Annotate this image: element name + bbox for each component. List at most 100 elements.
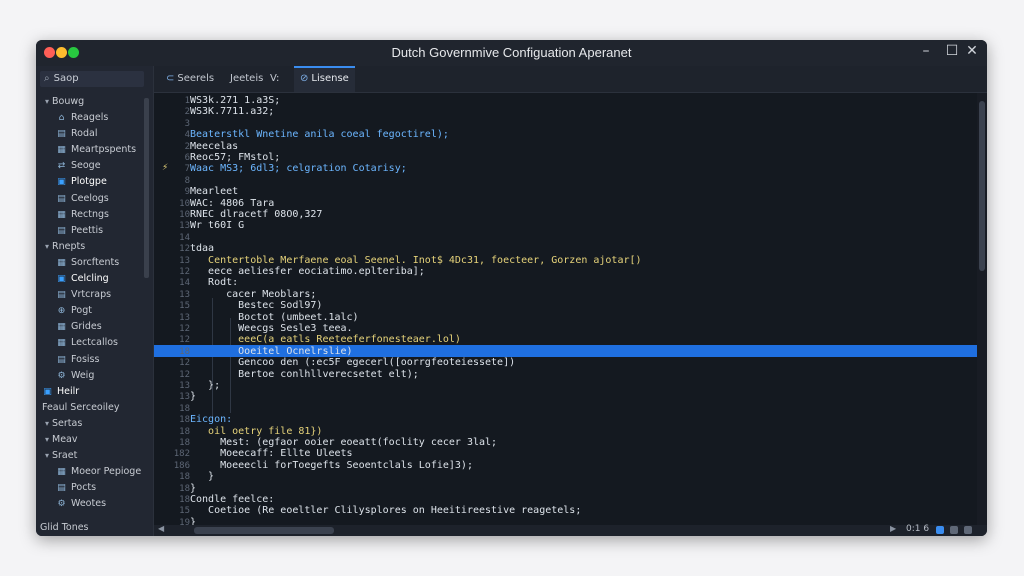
sidebar-item[interactable]: ⊕ Pogt xyxy=(36,303,153,319)
minimize-icon[interactable]: – xyxy=(916,43,936,59)
line-number: 2 xyxy=(184,141,190,152)
close-icon[interactable]: ✕ xyxy=(962,43,982,59)
code-line[interactable]: Eicgon: xyxy=(190,414,970,425)
sidebar-item[interactable]: ▾ Rnepts xyxy=(36,239,153,255)
tab[interactable]: V: xyxy=(264,66,285,92)
code-line[interactable]: tdaa xyxy=(190,243,970,254)
code-line[interactable]: RNEC dlracetf 08O0,327 xyxy=(190,209,970,220)
code-line[interactable]: Wr t60I G xyxy=(190,220,970,231)
sidebar-item[interactable]: ⚙ Weotes xyxy=(36,496,153,512)
sidebar-item[interactable]: ▦ Meartpspents xyxy=(36,142,153,158)
chevron-down-icon[interactable]: ▾ xyxy=(42,448,52,464)
code-line[interactable]: eeeC(a eatls Reeteeferfonesteaer.lol) xyxy=(190,334,970,345)
sidebar-item[interactable]: ▤ Rodal xyxy=(36,126,153,142)
settings-icon[interactable] xyxy=(964,526,972,534)
sidebar-item[interactable]: ⚙ Weig xyxy=(36,368,153,384)
sidebar-item[interactable]: ⌂ Reagels xyxy=(36,110,153,126)
sidebar-item[interactable]: ▾ Meav xyxy=(36,432,153,448)
chevron-down-icon[interactable]: ▾ xyxy=(42,416,52,432)
code-line[interactable]: Bestec Sodl97) xyxy=(190,300,970,311)
tab[interactable]: ⊂ Seerels xyxy=(160,66,220,92)
sidebar-search[interactable]: ⌕ Saop xyxy=(40,71,144,87)
sidebar-item[interactable]: ▦ Rectngs xyxy=(36,207,153,223)
code-line[interactable]: Reoc57; FMstol; xyxy=(190,152,970,163)
code-line[interactable]: WS3k.271 1.a3S; xyxy=(190,95,970,106)
code-line[interactable]: } xyxy=(190,471,970,482)
sidebar-item[interactable]: ▾ Sertas xyxy=(36,416,153,432)
code-line[interactable]: Moeeecli forToegefts Seoentclals Lofie]3… xyxy=(190,460,970,471)
chevron-down-icon[interactable]: ▾ xyxy=(42,239,52,255)
sidebar-item-label: Meav xyxy=(52,433,78,445)
file-icon: ▦ xyxy=(57,338,66,349)
sidebar-item[interactable]: ▣ Heilr xyxy=(36,384,153,400)
sidebar-item[interactable]: ▦ Lectcallos xyxy=(36,335,153,351)
sidebar-item[interactable]: ▤ Pocts xyxy=(36,480,153,496)
file-icon: ▤ xyxy=(57,483,66,494)
sidebar-item[interactable]: ▤ Ceelogs xyxy=(36,191,153,207)
sidebar-item-label: Ceelogs xyxy=(71,192,109,204)
file-icon: ▤ xyxy=(57,129,66,140)
maximize-icon[interactable]: ☐ xyxy=(942,43,962,59)
code-line[interactable]: Condle feelce: xyxy=(190,494,970,505)
line-number: 14 xyxy=(179,278,190,289)
code-line[interactable]: Centertoble Merfaene eoal Seenel. Inot$ … xyxy=(190,255,970,266)
line-number: 186 xyxy=(173,460,190,471)
vertical-scroll-thumb[interactable] xyxy=(979,101,985,271)
code-line[interactable]: }; xyxy=(190,380,970,391)
layout-icon[interactable] xyxy=(950,526,958,534)
sidebar-item-label: Seoge xyxy=(71,160,101,172)
code-line[interactable]: Ooeitel Ocnelrslie) xyxy=(190,346,970,357)
sidebar-item[interactable]: ▤ Fosiss xyxy=(36,352,153,368)
warning-icon[interactable]: ⚡ xyxy=(162,163,168,173)
sidebar-item[interactable]: ▾ Bouwg xyxy=(36,94,153,110)
chevron-down-icon[interactable]: ▾ xyxy=(42,94,52,110)
line-number: 3 xyxy=(184,118,190,129)
file-icon: ▤ xyxy=(57,193,66,204)
code-line[interactable]: cacer Meoblars; xyxy=(190,289,970,300)
tab-icon: ⊂ xyxy=(166,73,175,84)
code-line[interactable]: Moeecaff: Ellte Uleets xyxy=(190,448,970,459)
file-icon: ▦ xyxy=(57,257,66,268)
code-line[interactable]: Bertoe conlhllverecsetet elt); xyxy=(190,369,970,380)
sidebar-item-label: Rectngs xyxy=(71,208,109,220)
code-line[interactable]: Mearleet xyxy=(190,186,970,197)
sidebar-item-label: Lectcallos xyxy=(71,337,119,349)
code-line[interactable]: Gencoo den (:ec5F egecerl([oorrgfeoteies… xyxy=(190,357,970,368)
code-line[interactable]: } xyxy=(190,483,970,494)
code-line[interactable]: oil oetry file 81}) xyxy=(190,426,970,437)
line-number: 12 xyxy=(179,369,190,380)
code-line[interactable]: } xyxy=(190,517,970,525)
code-line[interactable]: eece aeliesfer eociatimo.eplteriba]; xyxy=(190,266,970,277)
chevron-down-icon[interactable]: ▾ xyxy=(42,432,52,448)
code-line[interactable]: Waac MS3; 6dl3; celgration Cotarisy; xyxy=(190,163,970,174)
sidebar-item[interactable]: ▦ Grides xyxy=(36,319,153,335)
code-line[interactable]: Boctot (umbeet.1alc) xyxy=(190,312,970,323)
code-line[interactable]: WAC: 4806 Tara xyxy=(190,198,970,209)
sidebar-item[interactable]: ▣ Plotgpe xyxy=(36,174,153,190)
sidebar-item-label: Pocts xyxy=(71,482,97,494)
code-line[interactable]: Coetioe (Re eoeltler Clilysplores on Hee… xyxy=(190,505,970,516)
notification-icon[interactable] xyxy=(936,526,944,534)
code-line[interactable]: WS3K.7711.a32; xyxy=(190,106,970,117)
code-line[interactable]: } xyxy=(190,391,970,402)
code-line[interactable]: Weecgs Sesle3 teea. xyxy=(190,323,970,334)
code-line[interactable]: Rodt: xyxy=(190,277,970,288)
code-line[interactable]: Mest: (egfaor ooier eoeatt(foclity cecer… xyxy=(190,437,970,448)
sidebar-item[interactable]: ▤ Vrtcraps xyxy=(36,287,153,303)
code-editor[interactable]: 1 WS3k.271 1.a3S; 2 WS3K.7711.a32; 3 4 Beaters… xyxy=(154,93,977,525)
sidebar-item[interactable]: ▣ Celcling xyxy=(36,271,153,287)
sidebar-item[interactable]: ▾ Sraet xyxy=(36,448,153,464)
scroll-left-arrow-icon[interactable]: ◀ xyxy=(158,524,164,533)
vertical-scrollbar[interactable] xyxy=(977,93,987,525)
sidebar-item[interactable]: ▦ Moeor Pepioge xyxy=(36,464,153,480)
code-line[interactable]: Beaterstkl Wnetine anila coeal fegoctire… xyxy=(190,129,970,140)
code-line[interactable]: Meecelas xyxy=(190,141,970,152)
horizontal-scroll-thumb[interactable] xyxy=(194,527,334,534)
tab[interactable]: ⊘ Lisense xyxy=(294,66,355,92)
sidebar-item[interactable]: ▤ Peettis xyxy=(36,223,153,239)
scroll-right-arrow-icon[interactable]: ▶ xyxy=(890,524,896,533)
sidebar-item[interactable]: Feaul Serceoiley xyxy=(36,400,153,416)
sidebar-item[interactable]: ▦ Sorcftents xyxy=(36,255,153,271)
tab[interactable]: Jeeteis xyxy=(224,66,269,92)
sidebar-item[interactable]: ⇄ Seoge xyxy=(36,158,153,174)
